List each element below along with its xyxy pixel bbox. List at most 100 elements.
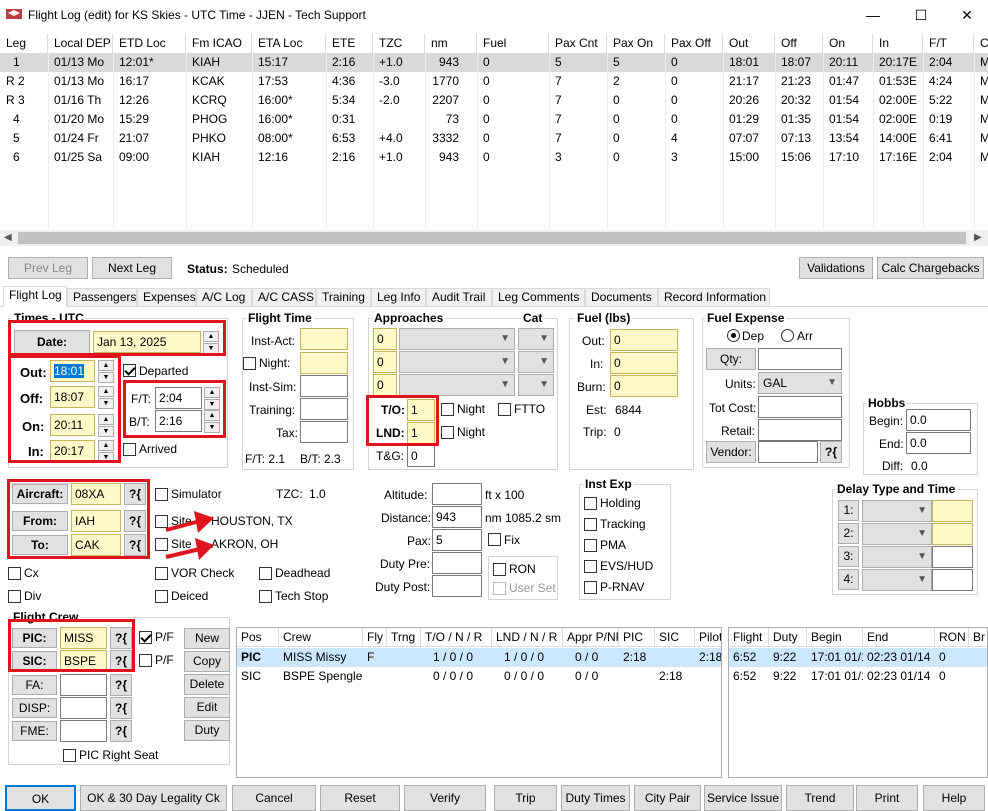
approach-cat-dropdown[interactable]: ▼: [518, 328, 554, 350]
scroll-left-icon[interactable]: ◀: [4, 232, 12, 243]
column-header[interactable]: SIC: [655, 628, 695, 646]
vendor-field[interactable]: [758, 441, 818, 463]
disp-lookup-button[interactable]: ?{: [110, 697, 132, 719]
vendor-lookup-button[interactable]: ?{: [820, 441, 842, 463]
column-header[interactable]: T/O / N / R: [421, 628, 492, 646]
column-header[interactable]: C: [974, 34, 988, 53]
table-row[interactable]: R 3 01/16 Th 12:26 KCRQ 16:00* 5:34 -2.0 2207 0 7…: [0, 91, 988, 110]
table-row[interactable]: 1 01/13 Mo 12:01* KIAH 15:17 2:16 +1.0 943 0 5 5 0 1…: [0, 53, 988, 72]
delay-type-dropdown[interactable]: ▼: [862, 546, 932, 568]
minimize-button[interactable]: —: [850, 1, 896, 29]
crew-copy-button[interactable]: Copy: [184, 651, 230, 672]
departed-checkbox[interactable]: [123, 364, 136, 377]
pax-field[interactable]: 5: [432, 529, 482, 551]
crew-duty-button[interactable]: Duty: [184, 720, 230, 741]
table-row[interactable]: 6 01/25 Sa 09:00 KIAH 12:16 2:16 +1.0 943 0 3 0 3 15…: [0, 148, 988, 167]
prev-leg-button[interactable]: Prev Leg: [8, 257, 88, 279]
column-header[interactable]: Flight: [729, 628, 769, 646]
column-header[interactable]: nm: [425, 34, 477, 53]
duty-times-button[interactable]: Duty Times: [561, 785, 630, 811]
column-header[interactable]: PIC: [619, 628, 655, 646]
fuel-burn-field[interactable]: 0: [610, 375, 678, 397]
column-header[interactable]: Local DEP: [48, 34, 113, 53]
tab-audit-trail[interactable]: Audit Trail: [426, 288, 492, 306]
altitude-field[interactable]: [432, 483, 482, 505]
column-header[interactable]: Pos: [237, 628, 279, 646]
table-row[interactable]: R 2 01/13 Mo 16:17 KCAK 17:53 4:36 -3.0 1770 0 7 2…: [0, 72, 988, 91]
delay-type-dropdown[interactable]: ▼: [862, 523, 932, 545]
crew-row[interactable]: SIC BSPE Spengler 0 / 0 / 0 0 / 0 / 0 0 / 0 2…: [237, 667, 721, 686]
crew-edit-button[interactable]: Edit: [184, 697, 230, 718]
delay-number-button[interactable]: 2:: [838, 523, 859, 544]
inst-exp-checkbox[interactable]: [584, 497, 597, 510]
tab-training[interactable]: Training: [316, 288, 371, 306]
trip-button[interactable]: Trip: [494, 785, 557, 811]
column-header[interactable]: LND / N / R: [492, 628, 563, 646]
tab-flight-log[interactable]: Flight Log: [3, 286, 67, 307]
legs-grid[interactable]: Leg Local DEP ETD Loc Fm ICAO ETA Loc ETE TZC n…: [0, 34, 988, 230]
ftto-checkbox[interactable]: [498, 403, 511, 416]
column-header[interactable]: Pax On: [607, 34, 665, 53]
approach-type-dropdown[interactable]: ▼: [399, 374, 515, 396]
fme-lookup-button[interactable]: ?{: [110, 720, 132, 742]
fa-button[interactable]: FA:: [12, 675, 57, 695]
fme-button[interactable]: FME:: [12, 721, 57, 741]
column-header[interactable]: Duty: [769, 628, 807, 646]
column-header[interactable]: End: [863, 628, 935, 646]
delay-time-field[interactable]: [932, 546, 973, 568]
column-header[interactable]: Crew: [279, 628, 363, 646]
column-header[interactable]: Off: [775, 34, 823, 53]
close-button[interactable]: ✕: [944, 1, 988, 29]
tab-expenses[interactable]: Expenses: [137, 288, 196, 306]
trend-button[interactable]: Trend: [786, 785, 854, 811]
night-checkbox[interactable]: [243, 357, 256, 370]
help-button[interactable]: Help: [923, 785, 985, 811]
delay-number-button[interactable]: 1:: [838, 500, 859, 521]
delay-time-field[interactable]: [932, 500, 973, 522]
deadhead-checkbox[interactable]: [259, 567, 272, 580]
horizontal-scrollbar[interactable]: ◀ ▶: [0, 230, 988, 246]
fuel-out-field[interactable]: 0: [610, 329, 678, 351]
scroll-thumb[interactable]: [18, 232, 966, 244]
tab-passengers[interactable]: Passengers: [67, 288, 137, 306]
crew-table[interactable]: Pos Crew Fly Trng T/O / N / R LND / N / R Appr…: [236, 627, 722, 778]
tech-stop-checkbox[interactable]: [259, 590, 272, 603]
approach-type-dropdown[interactable]: ▼: [399, 351, 515, 373]
column-header[interactable]: Out: [723, 34, 775, 53]
calc-chargebacks-button[interactable]: Calc Chargebacks: [877, 257, 984, 279]
table-row[interactable]: 5 01/24 Fr 21:07 PHKO 08:00* 6:53 +4.0 3332 0 7 0 4…: [0, 129, 988, 148]
column-header[interactable]: Pilot: [695, 628, 721, 646]
delay-number-button[interactable]: 3:: [838, 546, 859, 567]
retail-field[interactable]: [758, 419, 842, 441]
tab-a-c-log[interactable]: A/C Log: [196, 288, 252, 306]
ok-button[interactable]: OK: [5, 785, 76, 811]
ok-30-day-legality-ck-button[interactable]: OK & 30 Day Legality Ck: [80, 785, 227, 811]
inst-act-field[interactable]: [300, 328, 348, 350]
column-header[interactable]: Appr P/NP: [563, 628, 619, 646]
approach-count-field[interactable]: 0: [373, 351, 397, 373]
duty-post-field[interactable]: [432, 575, 482, 597]
cx-checkbox[interactable]: [8, 567, 21, 580]
column-header[interactable]: In: [873, 34, 923, 53]
tg-field[interactable]: 0: [407, 445, 435, 467]
next-leg-button[interactable]: Next Leg: [92, 257, 172, 279]
inst-exp-checkbox[interactable]: [584, 560, 597, 573]
hobbs-end-field[interactable]: 0.0: [906, 432, 971, 454]
units-dropdown[interactable]: GAL ▼: [758, 372, 842, 394]
inst-exp-checkbox[interactable]: [584, 539, 597, 552]
column-header[interactable]: F/T: [923, 34, 974, 53]
delay-type-dropdown[interactable]: ▼: [862, 569, 932, 591]
disp-button[interactable]: DISP:: [12, 698, 57, 718]
lnd-night-checkbox[interactable]: [441, 426, 454, 439]
column-header[interactable]: Br: [969, 628, 987, 646]
arrived-checkbox[interactable]: [123, 443, 136, 456]
crew-delete-button[interactable]: Delete: [184, 674, 230, 695]
user-set-checkbox[interactable]: [493, 582, 506, 595]
column-header[interactable]: Leg: [0, 34, 48, 53]
inst-exp-checkbox[interactable]: [584, 518, 597, 531]
dep-radio[interactable]: [727, 329, 740, 342]
table-row[interactable]: 4 01/20 Mo 15:29 PHOG 16:00* 0:31 73 0 7 0 0 01:29 0…: [0, 110, 988, 129]
crew-new-button[interactable]: New: [184, 628, 230, 649]
pic-right-seat-checkbox[interactable]: [63, 749, 76, 762]
vendor-button[interactable]: Vendor:: [706, 441, 756, 463]
